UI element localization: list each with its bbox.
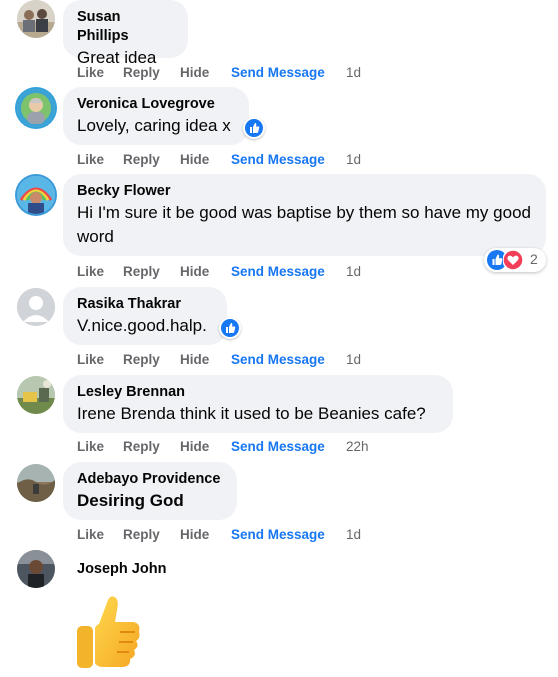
hide-button[interactable]: Hide (180, 351, 209, 369)
thumbs-up-sticker[interactable] (75, 594, 145, 672)
comment-text: V.nice.good.halp. (77, 316, 207, 335)
hide-button[interactable]: Hide (180, 526, 209, 544)
like-button[interactable]: Like (77, 438, 104, 456)
timestamp[interactable]: 1d (346, 64, 361, 82)
avatar[interactable] (17, 550, 55, 588)
avatar[interactable] (17, 89, 55, 127)
send-message-button[interactable]: Send Message (231, 438, 325, 456)
reply-button[interactable]: Reply (123, 64, 160, 82)
like-button[interactable]: Like (77, 151, 104, 169)
avatar[interactable] (17, 464, 55, 502)
send-message-button[interactable]: Send Message (231, 526, 325, 544)
send-message-button[interactable]: Send Message (231, 151, 325, 169)
avatar[interactable] (17, 0, 55, 38)
like-icon (226, 323, 236, 333)
comment-author[interactable]: Adebayo Providence (77, 470, 223, 489)
reaction-badge[interactable] (243, 117, 265, 139)
comment-author[interactable]: Veronica Lovegrove (77, 95, 235, 114)
reaction-badge[interactable] (219, 317, 241, 339)
thumbs-up-icon (77, 596, 140, 668)
timestamp[interactable]: 1d (346, 263, 361, 281)
comment-text: Lovely, caring idea x (77, 116, 231, 135)
comment-text: Desiring God (77, 491, 184, 510)
timestamp[interactable]: 22h (346, 438, 369, 456)
comment-text: Hi I'm sure it be good was baptise by th… (77, 203, 531, 246)
send-message-button[interactable]: Send Message (231, 351, 325, 369)
avatar[interactable] (17, 288, 55, 326)
like-icon (250, 123, 260, 133)
hide-button[interactable]: Hide (180, 64, 209, 82)
reply-button[interactable]: Reply (123, 263, 160, 281)
comment-author[interactable]: Lesley Brennan (77, 383, 439, 402)
comment-bubble: Rasika Thakrar V.nice.good.halp. (63, 287, 227, 345)
comment-author[interactable]: Becky Flower (77, 182, 532, 201)
comment-bubble: Susan Phillips Great idea (63, 0, 188, 67)
avatar[interactable] (17, 176, 55, 214)
comment-bubble: Lesley Brennan Irene Brenda think it use… (63, 375, 453, 433)
comment-bubble: Adebayo Providence Desiring God (63, 462, 237, 520)
reaction-count: 2 (530, 251, 538, 267)
timestamp[interactable]: 1d (346, 351, 361, 369)
like-button[interactable]: Like (77, 64, 104, 82)
reply-button[interactable]: Reply (123, 526, 160, 544)
comment-author[interactable]: Susan Phillips (77, 8, 174, 46)
timestamp[interactable]: 1d (346, 151, 361, 169)
comment-author[interactable]: Rasika Thakrar (77, 295, 213, 314)
hide-button[interactable]: Hide (180, 263, 209, 281)
send-message-button[interactable]: Send Message (231, 263, 325, 281)
like-button[interactable]: Like (77, 263, 104, 281)
reactions-summary[interactable]: 2 (484, 248, 546, 272)
comment-author[interactable]: Joseph John (77, 561, 166, 577)
love-icon (503, 250, 523, 270)
comment-bubble: Becky Flower Hi I'm sure it be good was … (63, 174, 546, 256)
hide-button[interactable]: Hide (180, 151, 209, 169)
avatar[interactable] (17, 376, 55, 414)
reply-button[interactable]: Reply (123, 151, 160, 169)
default-avatar-icon (17, 288, 55, 326)
like-button[interactable]: Like (77, 351, 104, 369)
reply-button[interactable]: Reply (123, 351, 160, 369)
comment-bubble: Veronica Lovegrove Lovely, caring idea x (63, 87, 249, 145)
like-button[interactable]: Like (77, 526, 104, 544)
reply-button[interactable]: Reply (123, 438, 160, 456)
timestamp[interactable]: 1d (346, 526, 361, 544)
hide-button[interactable]: Hide (180, 438, 209, 456)
send-message-button[interactable]: Send Message (231, 64, 325, 82)
comment-text: Irene Brenda think it used to be Beanies… (77, 404, 426, 423)
